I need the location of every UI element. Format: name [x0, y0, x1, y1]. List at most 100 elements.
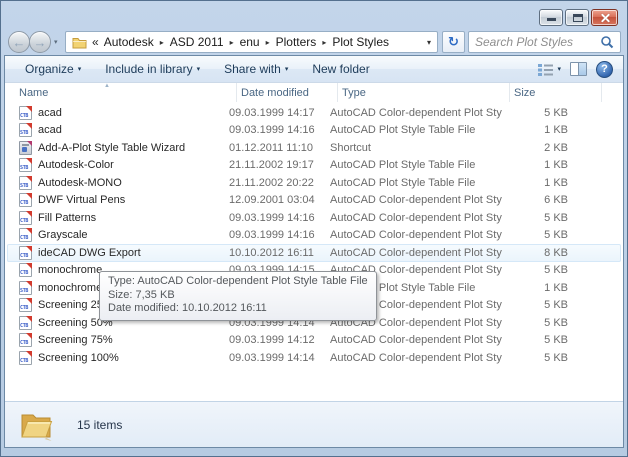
file-name: Screening 75% — [38, 334, 113, 346]
sort-ascending-icon: ▲ — [104, 83, 110, 89]
minimize-button[interactable] — [539, 9, 563, 26]
file-type: AutoCAD Color-dependent Plot Styl... — [330, 194, 502, 206]
breadcrumb-item-autodesk[interactable]: Autodesk — [103, 35, 155, 49]
column-header-size[interactable]: Size — [510, 83, 602, 102]
file-type: AutoCAD Plot Style Table File — [330, 124, 502, 136]
file-type: AutoCAD Color-dependent Plot Styl... — [330, 212, 502, 224]
file-name: Autodesk-MONO — [38, 177, 122, 189]
stb-file-icon: STB — [19, 281, 32, 295]
file-row[interactable]: STB Autodesk-MONO 21.11.2002 20:22 AutoC… — [7, 174, 621, 192]
maximize-icon — [573, 14, 583, 22]
file-name: monochrome — [38, 282, 102, 294]
views-dropdown-icon[interactable]: ▾ — [557, 65, 561, 73]
details-pane: 15 items — [5, 401, 623, 447]
command-toolbar: Organize▾ Include in library▾ Share with▾ N… — [5, 56, 623, 83]
file-size: 1 KB — [502, 282, 568, 294]
explorer-window: ← → ▾ « Autodesk▸ASD 2011▸enu▸Plotters▸P… — [0, 0, 628, 457]
toolbar-button-share-with[interactable]: Share with▾ — [216, 59, 296, 79]
maximize-button[interactable] — [565, 9, 589, 26]
file-row[interactable]: CTB Screening 100% 09.03.1999 14:14 Auto… — [7, 349, 621, 367]
ctb-file-icon: CTB — [19, 351, 32, 365]
breadcrumb-item-plotters[interactable]: Plotters — [275, 35, 318, 49]
folder-icon-large — [17, 406, 55, 444]
file-date-modified: 21.11.2002 20:22 — [229, 177, 330, 189]
breadcrumb-item-asd-2011[interactable]: ASD 2011 — [169, 35, 225, 49]
preview-pane-button[interactable] — [570, 62, 587, 76]
breadcrumb-item-enu[interactable]: enu — [239, 35, 261, 49]
dropdown-arrow-icon: ▾ — [78, 65, 82, 73]
file-row[interactable]: Add-A-Plot Style Table Wizard 01.12.2011… — [7, 139, 621, 157]
file-name: acad — [38, 124, 62, 136]
tooltip-line: Type: AutoCAD Color-dependent Plot Style… — [108, 275, 368, 289]
ctb-file-icon: CTB — [19, 316, 32, 330]
navigation-bar: ← → ▾ « Autodesk▸ASD 2011▸enu▸Plotters▸P… — [1, 28, 627, 55]
toolbar-right: ▾ ? — [538, 56, 613, 82]
file-row[interactable]: CTB Screening 75% 09.03.1999 14:12 AutoC… — [7, 332, 621, 350]
file-row[interactable]: STB Autodesk-Color 21.11.2002 19:17 Auto… — [7, 157, 621, 175]
file-size: 5 KB — [502, 352, 568, 364]
file-type: AutoCAD Color-dependent Plot Styl... — [330, 247, 502, 259]
file-size: 5 KB — [502, 299, 568, 311]
file-row[interactable]: CTB acad 09.03.1999 14:17 AutoCAD Color-… — [7, 104, 621, 122]
file-type: AutoCAD Color-dependent Plot Styl... — [330, 352, 502, 364]
ctb-file-icon: CTB — [19, 228, 32, 242]
file-size: 6 KB — [502, 194, 568, 206]
toolbar-button-include-in-library[interactable]: Include in library▾ — [97, 59, 208, 79]
stb-file-icon: STB — [19, 123, 32, 137]
search-input[interactable] — [475, 35, 600, 49]
dropdown-arrow-icon: ▾ — [285, 65, 289, 73]
toolbar-button-new-folder[interactable]: New folder — [304, 59, 377, 79]
file-name: Grayscale — [38, 229, 88, 241]
breadcrumb-overflow[interactable]: « — [92, 35, 99, 49]
forward-button[interactable]: → — [29, 31, 51, 53]
column-header-date-modified[interactable]: Date modified — [237, 83, 338, 102]
file-row[interactable]: CTB DWF Virtual Pens 12.09.2001 03:04 Au… — [7, 192, 621, 210]
stb-file-icon: STB — [19, 158, 32, 172]
file-date-modified: 01.12.2011 11:10 — [229, 142, 330, 154]
file-name: ideCAD DWG Export — [38, 247, 141, 259]
history-dropdown[interactable]: ▾ — [54, 38, 58, 46]
back-arrow-icon: ← — [13, 36, 26, 49]
toolbar-button-label: New folder — [312, 62, 369, 76]
tooltip-line: Size: 7,35 KB — [108, 289, 368, 303]
ctb-file-icon: CTB — [19, 263, 32, 277]
breadcrumb-separator-icon: ▸ — [322, 38, 326, 47]
file-name: acad — [38, 107, 62, 119]
address-bar[interactable]: « Autodesk▸ASD 2011▸enu▸Plotters▸Plot St… — [65, 31, 438, 53]
file-date-modified: 09.03.1999 14:17 — [229, 107, 330, 119]
refresh-button[interactable]: ↻ — [442, 31, 465, 53]
file-row[interactable]: CTB Grayscale 09.03.1999 14:16 AutoCAD C… — [7, 227, 621, 245]
column-headers: ▲ NameDate modifiedTypeSize — [5, 83, 623, 102]
breadcrumb-item-plot-styles[interactable]: Plot Styles — [331, 35, 390, 49]
ctb-file-icon: CTB — [19, 246, 32, 260]
breadcrumb-separator-icon: ▸ — [230, 38, 234, 47]
file-size: 8 KB — [502, 247, 568, 259]
folder-icon — [72, 36, 87, 49]
file-row[interactable]: CTB ideCAD DWG Export 10.10.2012 16:11 A… — [7, 244, 621, 262]
help-button[interactable]: ? — [596, 61, 613, 78]
file-row[interactable]: STB acad 09.03.1999 14:16 AutoCAD Plot S… — [7, 122, 621, 140]
back-button[interactable]: ← — [8, 31, 30, 53]
address-dropdown-icon[interactable]: ▾ — [427, 38, 431, 47]
toolbar-button-organize[interactable]: Organize▾ — [17, 59, 89, 79]
file-name: Fill Patterns — [38, 212, 96, 224]
client-area: Organize▾ Include in library▾ Share with▾ N… — [4, 55, 624, 448]
window-controls — [539, 9, 618, 26]
column-header-type[interactable]: Type — [338, 83, 510, 102]
file-size: 5 KB — [502, 107, 568, 119]
file-size: 5 KB — [502, 317, 568, 329]
file-size: 5 KB — [502, 334, 568, 346]
file-date-modified: 09.03.1999 14:14 — [229, 352, 330, 364]
file-row[interactable]: CTB Fill Patterns 09.03.1999 14:16 AutoC… — [7, 209, 621, 227]
help-icon: ? — [601, 64, 608, 75]
change-view-button[interactable]: ▾ — [538, 63, 561, 76]
search-icon[interactable] — [600, 35, 614, 49]
stb-file-icon: STB — [19, 176, 32, 190]
ctb-file-icon: CTB — [19, 106, 32, 120]
close-button[interactable] — [591, 9, 618, 26]
file-date-modified: 09.03.1999 14:16 — [229, 229, 330, 241]
column-header-name[interactable]: Name — [17, 83, 237, 102]
dropdown-arrow-icon: ▾ — [197, 65, 201, 73]
file-type: AutoCAD Plot Style Table File — [330, 177, 502, 189]
file-type: AutoCAD Color-dependent Plot Styl... — [330, 334, 502, 346]
